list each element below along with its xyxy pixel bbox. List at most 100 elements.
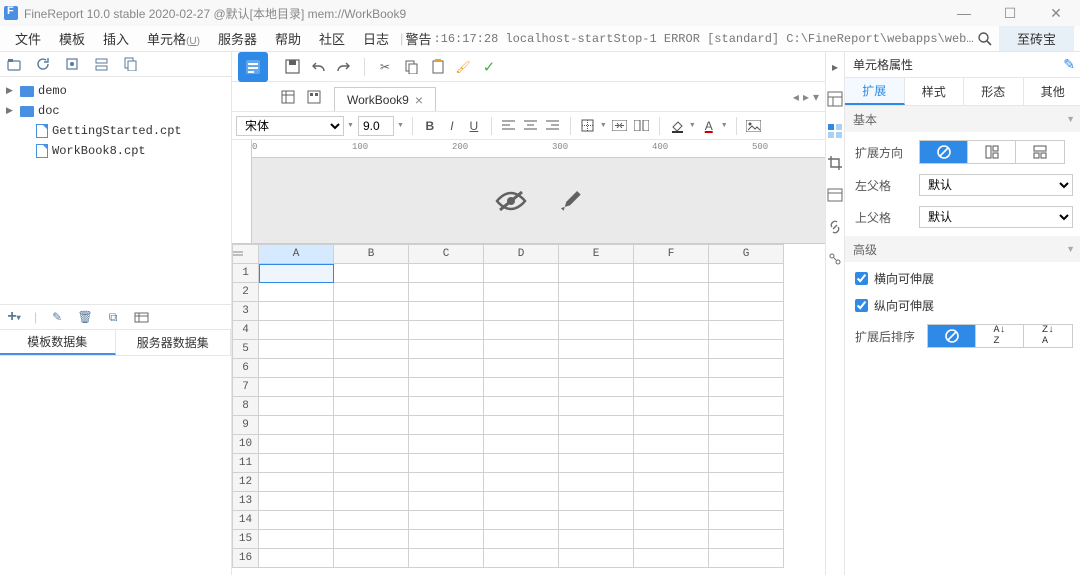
close-button[interactable]: ✕ xyxy=(1042,5,1070,22)
hyperlink-icon[interactable] xyxy=(826,218,844,236)
tab-style[interactable]: 样式 xyxy=(905,78,965,105)
tab-prev-icon[interactable]: ◂ xyxy=(793,90,799,104)
spreadsheet-grid[interactable]: ABCDEFG12345678910111213141516 xyxy=(232,244,825,575)
add-dataset-icon[interactable]: +▾ xyxy=(6,309,22,325)
row-header[interactable]: 12 xyxy=(233,473,259,492)
font-color-icon[interactable]: A xyxy=(700,117,718,135)
grid-cell[interactable] xyxy=(559,359,634,378)
grid-cell[interactable] xyxy=(709,302,784,321)
grid-cell[interactable] xyxy=(334,264,409,283)
cut-icon[interactable]: ✂ xyxy=(377,59,393,75)
menu-community[interactable]: 社区 xyxy=(310,29,354,48)
grid-cell[interactable] xyxy=(259,435,334,454)
menu-log[interactable]: 日志 xyxy=(354,29,398,48)
tab-next-icon[interactable]: ▸ xyxy=(803,90,809,104)
tab-list-icon[interactable]: ▾ xyxy=(813,90,819,104)
align-right-icon[interactable] xyxy=(544,117,562,135)
search-icon[interactable] xyxy=(977,31,993,47)
file-tree[interactable]: ▶demo▶docGettingStarted.cptWorkBook8.cpt xyxy=(0,77,231,304)
grid-cell[interactable] xyxy=(409,511,484,530)
align-center-icon[interactable] xyxy=(522,117,540,135)
tree-row[interactable]: ▶doc xyxy=(2,101,229,121)
font-size-input[interactable] xyxy=(358,116,394,136)
grid-cell[interactable] xyxy=(709,473,784,492)
column-header[interactable]: F xyxy=(634,245,709,264)
column-header[interactable]: G xyxy=(709,245,784,264)
expand-horizontal-button[interactable] xyxy=(1016,141,1064,163)
save-icon[interactable] xyxy=(284,59,300,75)
grid-cell[interactable] xyxy=(559,302,634,321)
grid-cell[interactable] xyxy=(409,321,484,340)
grid-cell[interactable] xyxy=(259,473,334,492)
tree-row[interactable]: WorkBook8.cpt xyxy=(2,141,229,161)
grid-cell[interactable] xyxy=(259,264,334,283)
grid-cell[interactable] xyxy=(334,378,409,397)
row-header[interactable]: 11 xyxy=(233,454,259,473)
condition-icon[interactable] xyxy=(826,186,844,204)
grid-cell[interactable] xyxy=(634,473,709,492)
grid-cell[interactable] xyxy=(634,416,709,435)
grid-cell[interactable] xyxy=(409,530,484,549)
check-icon[interactable]: ✓ xyxy=(481,59,497,75)
grid-cell[interactable] xyxy=(559,530,634,549)
collapse-icon[interactable]: ▸ xyxy=(826,58,844,76)
grid-cell[interactable] xyxy=(634,359,709,378)
widget-icon[interactable] xyxy=(826,250,844,268)
grid-cell[interactable] xyxy=(634,530,709,549)
grid-cell[interactable] xyxy=(634,283,709,302)
menu-server[interactable]: 服务器 xyxy=(209,29,266,48)
redo-icon[interactable] xyxy=(336,59,352,75)
new-folder-icon[interactable] xyxy=(6,56,22,72)
grid-cell[interactable] xyxy=(484,492,559,511)
sort-none-button[interactable] xyxy=(928,325,976,347)
doc-tab-workbook9[interactable]: WorkBook9 × xyxy=(334,87,436,111)
section-basic[interactable]: 基本▼ xyxy=(845,106,1080,132)
left-parent-select[interactable]: 默认 xyxy=(919,174,1073,196)
grid-cell[interactable] xyxy=(334,473,409,492)
grid-cell[interactable] xyxy=(409,264,484,283)
grid-cell[interactable] xyxy=(409,397,484,416)
grid-cell[interactable] xyxy=(334,416,409,435)
edit-title-icon[interactable]: ✎ xyxy=(1063,56,1075,73)
row-header[interactable]: 16 xyxy=(233,549,259,568)
maximize-button[interactable]: ☐ xyxy=(996,5,1024,22)
sort-desc-button[interactable]: Z↓A xyxy=(1024,325,1072,347)
grid-cell[interactable] xyxy=(709,264,784,283)
close-tab-icon[interactable]: × xyxy=(415,92,423,108)
grid-cell[interactable] xyxy=(409,454,484,473)
grid-cell[interactable] xyxy=(634,302,709,321)
grid-cell[interactable] xyxy=(709,378,784,397)
underline-icon[interactable]: U xyxy=(465,117,483,135)
vertical-stretch-checkbox[interactable]: 纵向可伸展 xyxy=(855,297,1073,314)
expand-vertical-button[interactable] xyxy=(968,141,1016,163)
grid-cell[interactable] xyxy=(634,511,709,530)
grid-cell[interactable] xyxy=(559,549,634,568)
grid-cell[interactable] xyxy=(334,283,409,302)
row-header[interactable]: 7 xyxy=(233,378,259,397)
grid-cell[interactable] xyxy=(259,359,334,378)
grid-cell[interactable] xyxy=(484,321,559,340)
grid-cell[interactable] xyxy=(259,378,334,397)
grid-cell[interactable] xyxy=(634,340,709,359)
grid-cell[interactable] xyxy=(259,549,334,568)
section-advanced[interactable]: 高级▼ xyxy=(845,236,1080,262)
sheet-icon[interactable] xyxy=(280,89,296,105)
grid-cell[interactable] xyxy=(559,454,634,473)
grid-cell[interactable] xyxy=(334,435,409,454)
format-brush-icon[interactable]: 🖌 xyxy=(455,59,471,75)
grid-cell[interactable] xyxy=(559,492,634,511)
row-header[interactable]: 1 xyxy=(233,264,259,283)
grid-cell[interactable] xyxy=(559,473,634,492)
menu-help[interactable]: 帮助 xyxy=(266,29,310,48)
merge-icon[interactable] xyxy=(611,117,629,135)
grid-cell[interactable] xyxy=(484,302,559,321)
grid-cell[interactable] xyxy=(409,378,484,397)
grid-cell[interactable] xyxy=(559,435,634,454)
menu-cell[interactable]: 单元格(U) xyxy=(138,29,209,48)
unmerge-icon[interactable] xyxy=(633,117,651,135)
tab-server-dataset[interactable]: 服务器数据集 xyxy=(116,330,232,355)
grid-cell[interactable] xyxy=(484,454,559,473)
row-header[interactable]: 9 xyxy=(233,416,259,435)
edit-dataset-icon[interactable]: ✎ xyxy=(49,309,65,325)
grid-cell[interactable] xyxy=(709,454,784,473)
